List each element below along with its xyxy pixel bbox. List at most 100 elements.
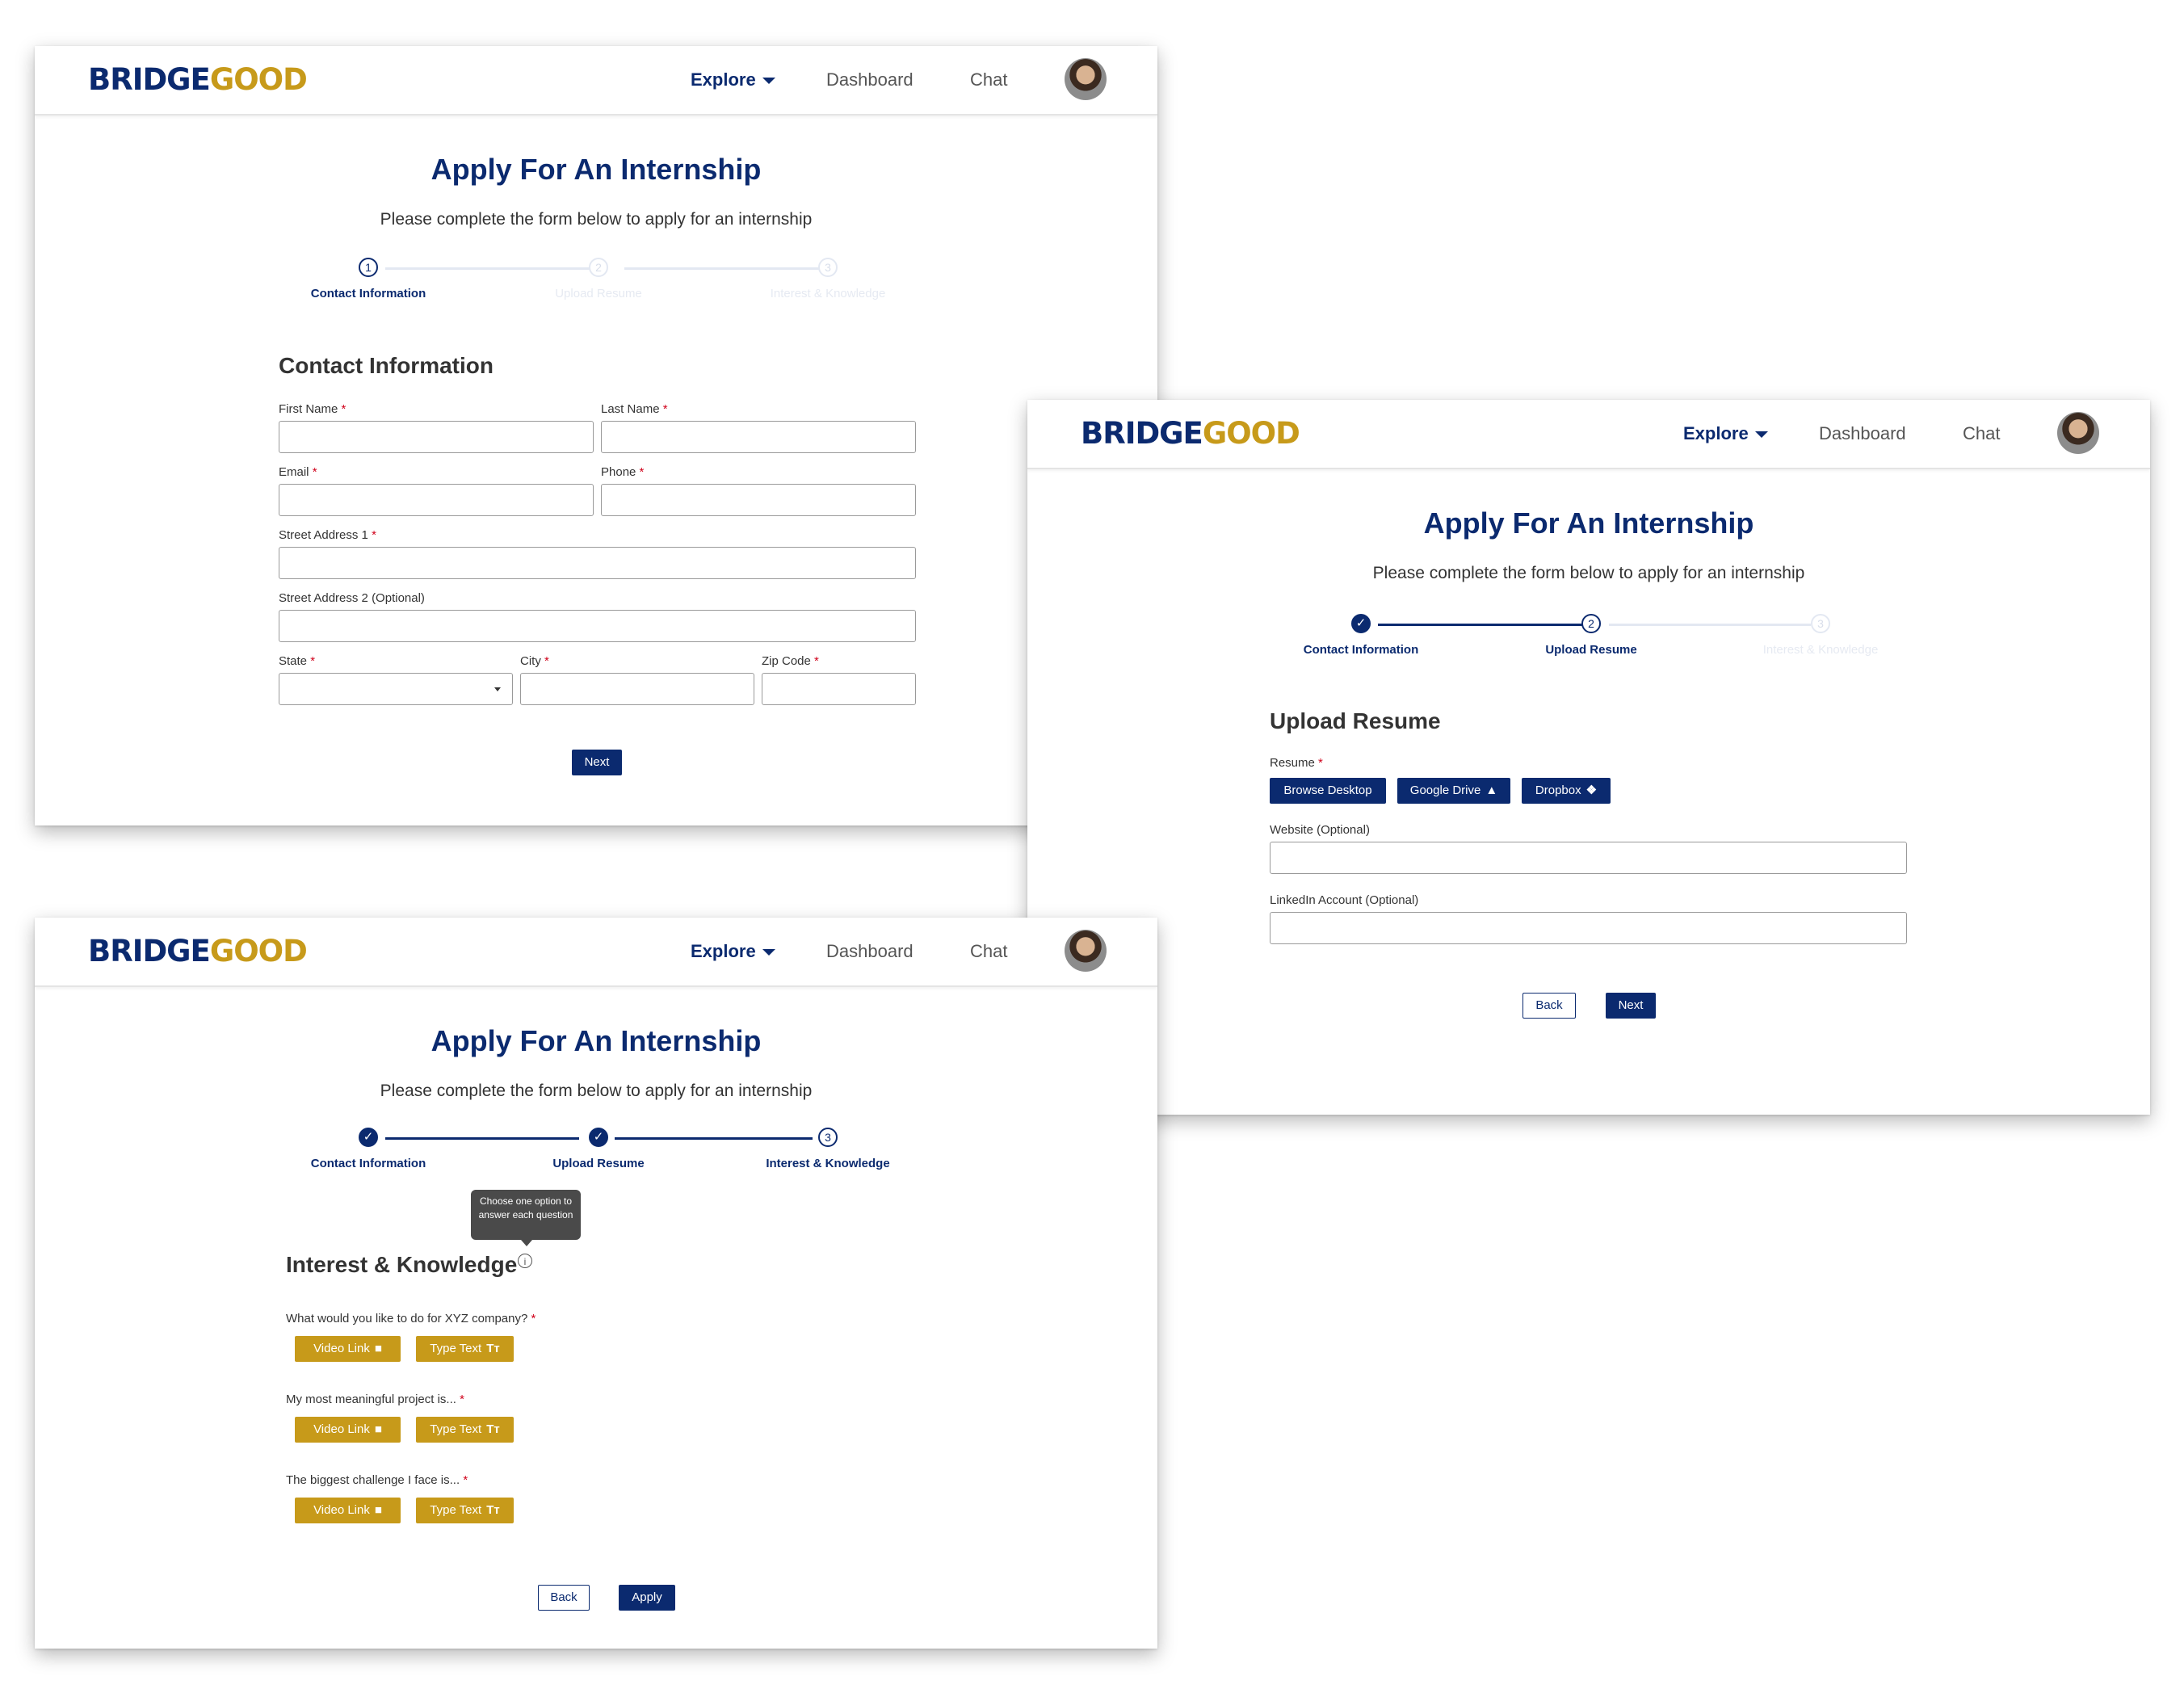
question-1-label: What would you like to do for XYZ compan… bbox=[286, 1312, 536, 1325]
type-text-button[interactable]: Type Text Tт bbox=[416, 1336, 514, 1362]
progress-stepper: ✓ 2 3 Contact Information Upload Resume … bbox=[1027, 614, 2150, 670]
street-address-2-label: Street Address 2 (Optional) bbox=[279, 591, 425, 605]
caret-down-icon bbox=[494, 687, 501, 691]
nav-dashboard[interactable]: Dashboard bbox=[1819, 423, 1906, 444]
street-address-2-input[interactable] bbox=[279, 610, 916, 642]
first-name-input[interactable] bbox=[279, 421, 594, 453]
zip-code-input[interactable] bbox=[762, 673, 916, 705]
nav-explore[interactable]: Explore bbox=[691, 941, 775, 962]
page-subtitle: Please complete the form below to apply … bbox=[380, 210, 813, 229]
user-avatar[interactable] bbox=[1065, 58, 1107, 100]
dropbox-button[interactable]: Dropbox ❖ bbox=[1522, 778, 1611, 804]
top-navbar: BRIDGEGOOD Explore Dashboard Chat bbox=[35, 918, 1157, 987]
step-3-label: Interest & Knowledge bbox=[1762, 643, 1879, 657]
bridgegood-logo[interactable]: BRIDGEGOOD bbox=[1081, 416, 1300, 451]
step-2-label: Upload Resume bbox=[552, 1157, 645, 1170]
bridgegood-logo[interactable]: BRIDGEGOOD bbox=[88, 62, 308, 97]
question-3-label: The biggest challenge I face is... * bbox=[286, 1473, 468, 1487]
back-button[interactable]: Back bbox=[538, 1585, 590, 1611]
city-input[interactable] bbox=[520, 673, 754, 705]
interest-knowledge-screen: BRIDGEGOOD Explore Dashboard Chat Apply … bbox=[35, 918, 1157, 1649]
top-navbar: BRIDGEGOOD Explore Dashboard Chat bbox=[1027, 400, 2150, 469]
step-2-label: Upload Resume bbox=[1545, 643, 1637, 657]
step-1-label: Contact Information bbox=[1303, 643, 1419, 657]
phone-label: Phone * bbox=[601, 465, 645, 479]
step-1-label: Contact Information bbox=[310, 287, 426, 300]
video-link-button[interactable]: Video Link ■ bbox=[295, 1498, 401, 1523]
step-1-check-icon: ✓ bbox=[1351, 614, 1371, 633]
website-input[interactable] bbox=[1270, 842, 1907, 874]
text-format-icon: Tт bbox=[486, 1422, 500, 1436]
last-name-label: Last Name * bbox=[601, 402, 668, 416]
help-tooltip: Choose one option to answer each questio… bbox=[471, 1190, 581, 1246]
nav-dashboard[interactable]: Dashboard bbox=[826, 69, 914, 90]
bridgegood-logo[interactable]: BRIDGEGOOD bbox=[88, 934, 308, 968]
type-text-button[interactable]: Type Text Tт bbox=[416, 1498, 514, 1523]
next-button[interactable]: Next bbox=[1606, 993, 1656, 1019]
google-drive-button[interactable]: Google Drive ▲ bbox=[1397, 778, 1510, 804]
email-input[interactable] bbox=[279, 484, 594, 516]
top-navbar: BRIDGEGOOD Explore Dashboard Chat bbox=[35, 46, 1157, 116]
nav-explore[interactable]: Explore bbox=[691, 69, 775, 90]
step-2-label: Upload Resume bbox=[555, 287, 642, 300]
city-label: City * bbox=[520, 654, 549, 668]
info-icon[interactable]: i bbox=[518, 1254, 532, 1268]
step-2-circle: 2 bbox=[1581, 614, 1601, 633]
step-2-check-icon: ✓ bbox=[589, 1128, 608, 1147]
caret-down-icon bbox=[762, 949, 775, 956]
caret-down-icon bbox=[762, 78, 775, 85]
question-2-label: My most meaningful project is... * bbox=[286, 1393, 464, 1406]
video-camera-icon: ■ bbox=[374, 1342, 382, 1355]
back-button[interactable]: Back bbox=[1522, 993, 1576, 1019]
nav-explore[interactable]: Explore bbox=[1683, 423, 1768, 444]
phone-input[interactable] bbox=[601, 484, 916, 516]
state-select[interactable] bbox=[279, 673, 513, 705]
section-title: Contact Information bbox=[279, 353, 494, 378]
step-1-circle: 1 bbox=[359, 258, 378, 277]
zip-code-label: Zip Code * bbox=[762, 654, 819, 668]
page-title: Apply For An Internship bbox=[430, 1024, 762, 1057]
page-title: Apply For An Internship bbox=[1423, 506, 1754, 540]
upload-resume-screen: BRIDGEGOOD Explore Dashboard Chat Apply … bbox=[1027, 400, 2150, 1115]
contact-information-screen: BRIDGEGOOD Explore Dashboard Chat Apply … bbox=[35, 46, 1157, 825]
user-avatar[interactable] bbox=[1065, 930, 1107, 972]
type-text-button[interactable]: Type Text Tт bbox=[416, 1417, 514, 1443]
first-name-label: First Name * bbox=[279, 402, 346, 416]
step-3-circle: 3 bbox=[1811, 614, 1830, 633]
video-link-button[interactable]: Video Link ■ bbox=[295, 1417, 401, 1443]
step-connector bbox=[624, 267, 834, 270]
video-camera-icon: ■ bbox=[374, 1422, 382, 1436]
caret-down-icon bbox=[1754, 431, 1768, 439]
dropbox-icon: ❖ bbox=[1586, 783, 1598, 797]
linkedin-input[interactable] bbox=[1270, 912, 1907, 944]
apply-button[interactable]: Apply bbox=[619, 1585, 675, 1611]
street-address-1-input[interactable] bbox=[279, 547, 916, 579]
last-name-input[interactable] bbox=[601, 421, 916, 453]
text-format-icon: Tт bbox=[486, 1342, 500, 1355]
step-connector-complete bbox=[385, 1137, 579, 1140]
step-connector-complete bbox=[615, 1137, 813, 1140]
step-connector-complete bbox=[1378, 624, 1582, 626]
step-1-check-icon: ✓ bbox=[359, 1128, 378, 1147]
nav-chat[interactable]: Chat bbox=[1963, 423, 2000, 444]
step-connector bbox=[1609, 624, 1811, 626]
step-3-circle: 3 bbox=[818, 1128, 838, 1147]
video-camera-icon: ■ bbox=[374, 1503, 382, 1517]
user-avatar[interactable] bbox=[2057, 412, 2099, 454]
step-1-label: Contact Information bbox=[310, 1157, 426, 1170]
step-3-circle: 3 bbox=[818, 258, 838, 277]
nav-dashboard[interactable]: Dashboard bbox=[826, 941, 914, 962]
nav-chat[interactable]: Chat bbox=[970, 941, 1007, 962]
browse-desktop-button[interactable]: Browse Desktop bbox=[1270, 778, 1386, 804]
step-connector bbox=[385, 267, 603, 270]
linkedin-label: LinkedIn Account (Optional) bbox=[1270, 893, 1419, 907]
step-3-label: Interest & Knowledge bbox=[766, 1157, 890, 1170]
page-subtitle: Please complete the form below to apply … bbox=[380, 1082, 813, 1100]
step-3-label: Interest & Knowledge bbox=[770, 287, 886, 300]
street-address-1-label: Street Address 1 * bbox=[279, 528, 376, 542]
step-2-circle: 2 bbox=[589, 258, 608, 277]
section-title: Interest & Knowledge bbox=[286, 1252, 518, 1277]
next-button[interactable]: Next bbox=[572, 750, 622, 775]
video-link-button[interactable]: Video Link ■ bbox=[295, 1336, 401, 1362]
nav-chat[interactable]: Chat bbox=[970, 69, 1007, 90]
